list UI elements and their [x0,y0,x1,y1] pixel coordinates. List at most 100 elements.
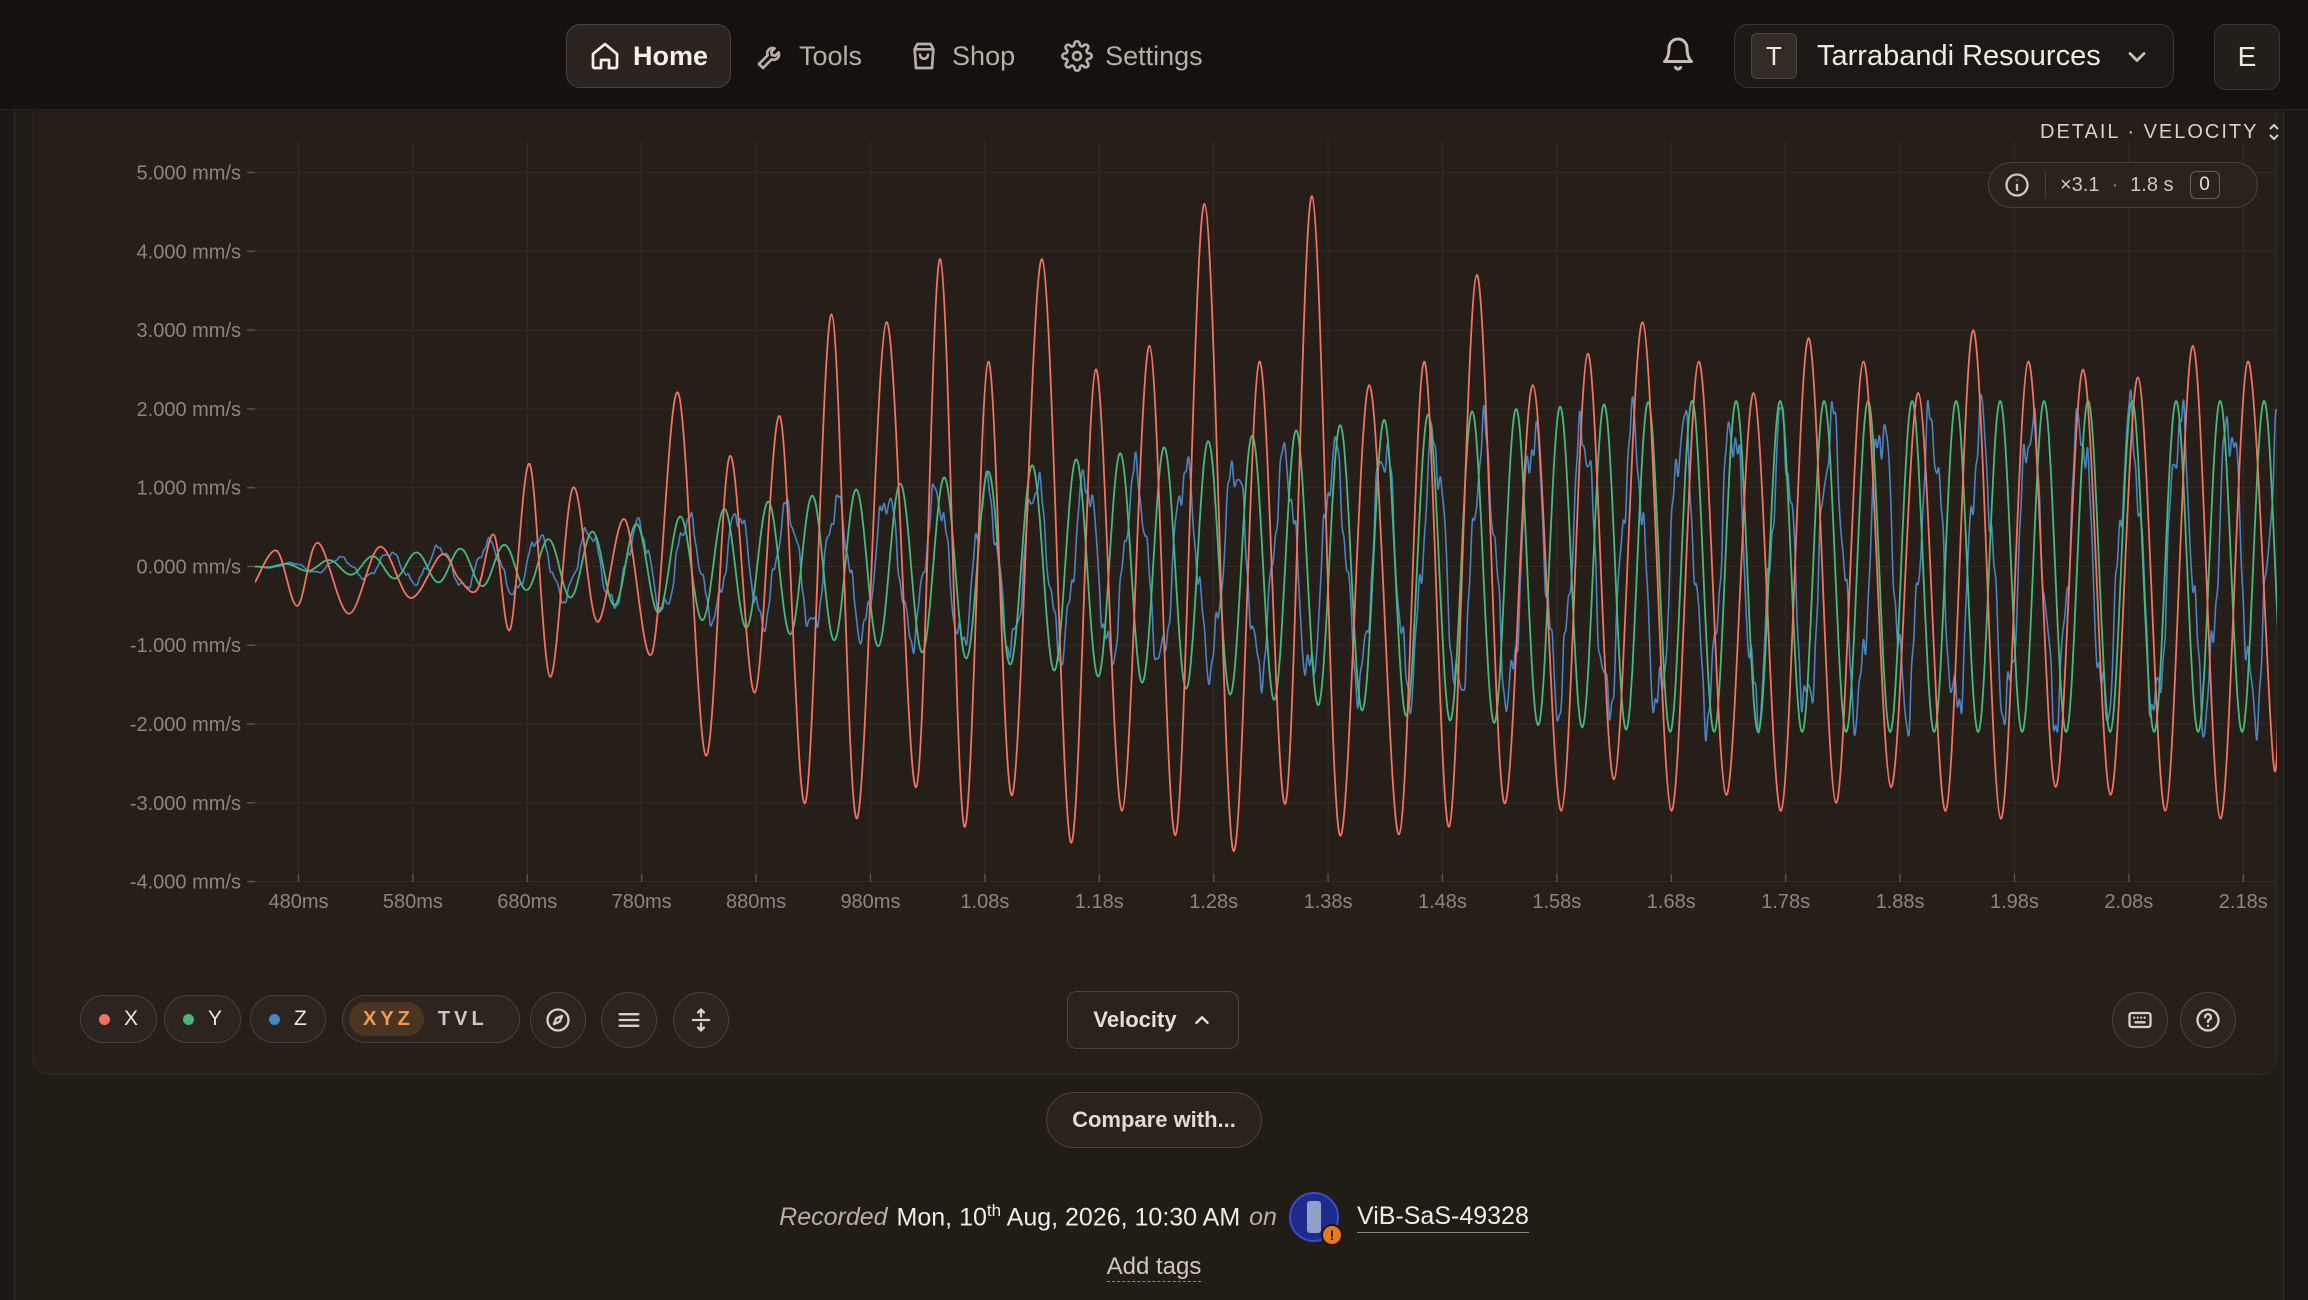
x-tick-label: 1.08s [960,891,1009,913]
sensor-device-icon [1306,1201,1321,1233]
zoom-status-pill[interactable]: ×3.1 · 1.8 s 0 [1988,162,2258,208]
series-toggle-x[interactable]: X [80,995,158,1043]
compass-icon [546,1008,570,1032]
keyboard-shortcuts-button[interactable] [2112,992,2168,1048]
marker-count-badge: 0 [2189,171,2220,199]
series-toggle-y[interactable]: Y [164,995,242,1043]
y-tick-label: 0.000 mm/s [137,556,241,578]
compare-with-button[interactable]: Compare with... [1046,1092,1262,1148]
nav-shop-label: Shop [952,40,1016,71]
shopping-bag-icon [913,42,935,70]
y-tick-label: -1.000 mm/s [130,635,241,657]
measure-dropdown[interactable]: Velocity [1067,991,1239,1049]
nav-home-label: Home [633,40,709,71]
measure-label: Velocity [1093,1007,1177,1032]
top-navbar: Home Tools Shop Settings T Tarrabandi Re… [0,0,2308,110]
x-tick-label: 1.38s [1304,891,1353,913]
move-arrows-icon [691,1008,711,1032]
velocity-chart[interactable]: 5.000 mm/s 4.000 mm/s 3.000 mm/s 2.000 mm/s… [33,111,2277,971]
y-axis: 5.000 mm/s 4.000 mm/s 3.000 mm/s 2.000 mm/s… [130,163,255,894]
y-tick-label: 2.000 mm/s [137,399,241,421]
y-tick-label: 1.000 mm/s [137,478,241,500]
y-tick-label: -3.000 mm/s [130,793,241,815]
x-tick-label: 1.68s [1647,891,1696,913]
org-name: Tarrabandi Resources [1817,39,2101,72]
nav-settings[interactable]: Settings [1039,24,1225,88]
x-tick-label: 480ms [268,891,328,913]
axis-mode-toggle[interactable]: XYZ TVL [342,995,520,1043]
x-tick-label: 1.58s [1532,891,1581,913]
recorded-date: Mon, 10th Aug, 2026, 10:30 AM [897,1201,1241,1232]
nav-home[interactable]: Home [566,24,732,88]
x-tick-label: 1.28s [1189,891,1238,913]
series-x-dot [99,1013,110,1025]
chevron-down-icon [2128,52,2146,62]
home-icon [591,42,619,70]
device-icon[interactable]: ! [1288,1192,1343,1246]
x-tick-label: 580ms [383,891,443,913]
series-toggle-z[interactable]: Z [250,995,326,1043]
device-alert-icon: ! [1320,1224,1343,1246]
org-switcher[interactable]: T Tarrabandi Resources [1734,24,2174,88]
device-link[interactable]: ViB-SaS-49328 [1356,1202,1529,1233]
x-tick-label: 880ms [726,891,786,913]
compass-button[interactable] [530,992,586,1048]
menu-lines-icon [618,1013,640,1027]
chevron-up-icon [1194,1016,1209,1024]
series-line-x [255,195,2277,852]
y-tick-label: 3.000 mm/s [137,320,241,342]
date-suffix-ordinal: th [986,1201,1002,1221]
add-tags-container: Add tags [0,1253,2308,1282]
x-tick-label: 1.88s [1876,891,1925,913]
chevron-updown-icon [2269,123,2280,141]
x-tick-label: 1.48s [1418,891,1467,913]
divider [2045,172,2046,198]
mode-tvl[interactable]: TVL [438,1008,488,1031]
add-tags-link[interactable]: Add tags [1106,1253,1202,1282]
detail-mode-selector[interactable]: DETAIL · VELOCITY [2040,116,2282,148]
date-rest: Aug, 2026, 10:30 AM [1001,1203,1241,1232]
nav-shop[interactable]: Shop [886,24,1037,88]
x-tick-label: 980ms [840,891,900,913]
main-nav: Home Tools Shop Settings [566,24,1227,88]
wrench-icon [757,46,781,70]
x-tick-label: 2.08s [2104,891,2153,913]
org-avatar: T [1751,33,1797,79]
mode-xyz[interactable]: XYZ [349,1002,424,1036]
y-tick-label: 5.000 mm/s [137,163,241,185]
x-tick-label: 2.18s [2219,891,2268,913]
help-circle-icon [2196,1008,2220,1032]
menu-button[interactable] [601,992,657,1048]
date-prefix: Mon, 10 [896,1203,987,1232]
series-y-label: Y [208,1007,223,1030]
zoom-separator: · [2111,173,2119,196]
notifications-button[interactable] [1660,36,1698,74]
y-tick-label: 4.000 mm/s [137,241,241,263]
pan-button[interactable] [673,992,729,1048]
recorded-word: Recorded [779,1202,888,1231]
detail-mode-label: DETAIL · VELOCITY [2040,120,2259,143]
y-tick-label: -4.000 mm/s [130,872,241,894]
recording-info: Recorded Mon, 10th Aug, 2026, 10:30 AM o… [0,1192,2308,1246]
x-tick-label: 1.18s [1075,891,1124,913]
series-lines [255,195,2277,852]
bell-icon [1663,37,1693,71]
on-word: on [1249,1202,1277,1231]
series-z-label: Z [294,1007,307,1030]
x-axis: 480ms 580ms 680ms 780ms 880ms 980ms 1.08s 1.18s… [268,874,2268,913]
gear-icon [1061,40,1094,72]
zoom-factor: ×3.1 [2060,173,2100,196]
x-tick-label: 1.98s [1990,891,2039,913]
series-z-dot [269,1013,280,1025]
series-y-dot [183,1013,194,1025]
nav-settings-label: Settings [1105,40,1203,71]
user-avatar-button[interactable]: E [2214,24,2280,90]
nav-tools-label: Tools [799,40,863,71]
y-tick-label: -2.000 mm/s [130,714,241,736]
x-tick-label: 780ms [612,891,672,913]
x-tick-label: 680ms [497,891,557,913]
zoom-window: 1.8 s [2130,173,2174,196]
series-x-label: X [124,1007,139,1030]
nav-tools[interactable]: Tools [733,24,884,88]
help-button[interactable] [2180,992,2236,1048]
